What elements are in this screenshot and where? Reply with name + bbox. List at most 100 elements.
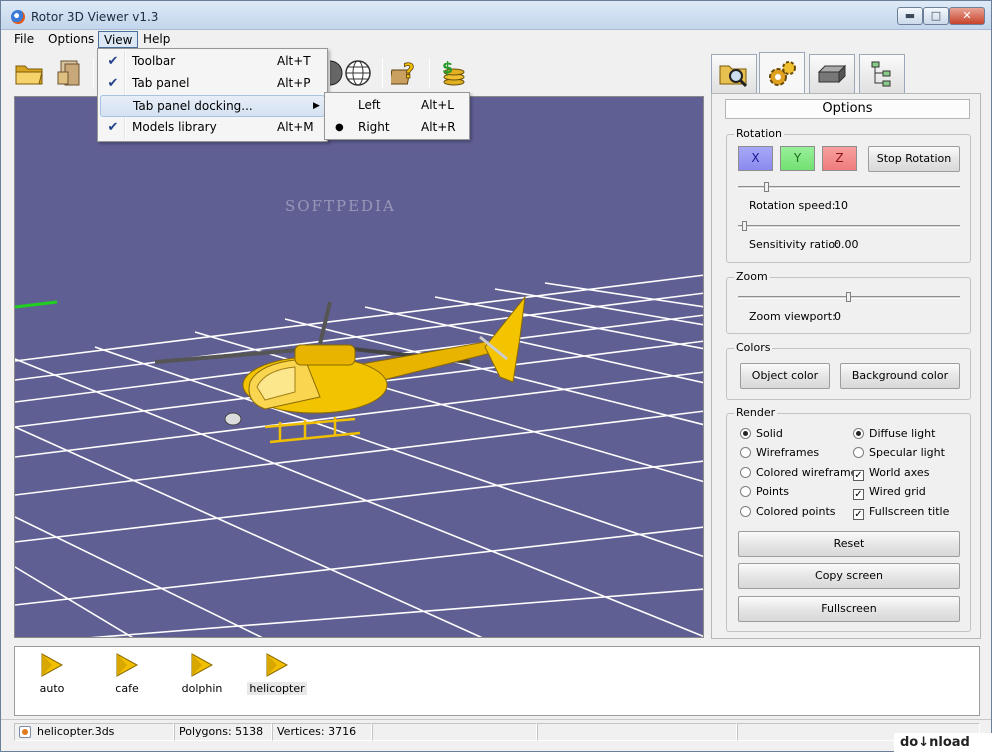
check-icon: ✔	[107, 120, 119, 135]
fullscreen-button[interactable]: Fullscreen	[738, 596, 960, 622]
helicopter-model	[154, 295, 526, 444]
wired-grid	[15, 274, 703, 637]
toolbar-separator	[382, 58, 383, 88]
render-mode-colored-points[interactable]: Colored points	[740, 505, 836, 519]
rotation-group: Rotation X Y Z Stop Rotation Rotation sp…	[726, 127, 971, 263]
zoom-thumb[interactable]	[845, 292, 851, 302]
menu-view[interactable]: View	[98, 31, 139, 48]
status-bar: helicopter.3ds Polygons: 5138 Vertices: …	[1, 719, 991, 743]
model-file-icon	[41, 653, 64, 677]
stop-rotation-button[interactable]: Stop Rotation	[868, 146, 960, 172]
check-icon: ✔	[107, 54, 119, 69]
check-icon[interactable]: ✓	[853, 470, 864, 481]
sensitivity-value: 0.00	[834, 238, 859, 251]
status-polygons: Polygons: 5138	[174, 723, 272, 741]
library-item-cafe[interactable]: cafe	[97, 651, 157, 695]
wired-grid-checkbox[interactable]: ✓ Wired grid	[853, 485, 926, 500]
rotation-speed-slider[interactable]	[738, 186, 960, 189]
copy-screen-button[interactable]: Copy screen	[738, 563, 960, 589]
menu-item-toolbar[interactable]: ✔ Toolbar Alt+T	[100, 51, 325, 73]
sensitivity-label: Sensitivity ratio:	[749, 238, 839, 251]
open-file-icon[interactable]	[53, 56, 87, 90]
world-icon[interactable]	[341, 56, 375, 90]
colors-group: Colors Object color Background color	[726, 341, 971, 400]
help-icon[interactable]: ?	[389, 56, 423, 90]
radio-icon[interactable]	[853, 428, 864, 439]
browse-tab-icon[interactable]	[711, 54, 757, 93]
zoom-group: Zoom Zoom viewport: 0	[726, 270, 971, 334]
radio-icon[interactable]	[740, 467, 751, 478]
fullscreen-title-checkbox[interactable]: ✓ Fullscreen title	[853, 505, 949, 520]
render-mode-colored-wireframes[interactable]: Colored wireframes	[740, 466, 863, 480]
check-icon: ✔	[107, 76, 119, 91]
rotation-speed-thumb[interactable]	[763, 182, 769, 192]
donate-icon[interactable]: $	[436, 56, 470, 90]
model-file-icon	[116, 653, 139, 677]
submenu-arrow-icon: ▶	[313, 101, 320, 111]
3d-viewport[interactable]: SOFTPEDIA	[14, 96, 704, 638]
toolbar-separator	[429, 58, 430, 88]
menu-help[interactable]: Help	[138, 31, 175, 48]
window-title: Rotor 3D Viewer v1.3	[31, 10, 159, 24]
render-mode-wireframes[interactable]: Wireframes	[740, 446, 819, 460]
render-tab-icon[interactable]	[809, 54, 855, 93]
toolbar-separator	[93, 58, 94, 88]
menu-file[interactable]: File	[9, 31, 39, 48]
radio-icon[interactable]	[740, 447, 751, 458]
sensitivity-thumb[interactable]	[742, 221, 748, 231]
check-icon[interactable]: ✓	[853, 509, 864, 520]
app-icon	[11, 10, 25, 24]
scene-tab-icon[interactable]	[859, 54, 905, 93]
check-icon[interactable]: ✓	[853, 489, 864, 500]
rotation-speed-label: Rotation speed:	[749, 199, 836, 212]
background-color-button[interactable]: Background color	[840, 363, 960, 389]
reset-button[interactable]: Reset	[738, 531, 960, 557]
status-vertices: Vertices: 3716	[272, 723, 372, 741]
rotate-x-button[interactable]: X	[738, 146, 773, 171]
rotate-z-button[interactable]: Z	[822, 146, 857, 171]
dock-left-item[interactable]: Left Alt+L	[327, 95, 467, 117]
specular-light-option[interactable]: Specular light	[853, 446, 945, 460]
model-file-icon	[191, 653, 214, 677]
radio-icon[interactable]	[740, 506, 751, 517]
colors-label: Colors	[734, 341, 773, 354]
svg-text:?: ?	[403, 59, 415, 83]
menu-item-tab-panel[interactable]: ✔ Tab panel Alt+P	[100, 73, 325, 95]
render-mode-points[interactable]: Points	[740, 485, 789, 499]
world-axes-checkbox[interactable]: ✓ World axes	[853, 466, 929, 481]
menu-item-models-library[interactable]: ✔ Models library Alt+M	[100, 117, 325, 139]
app-window: Rotor 3D Viewer v1.3 ▬ □ ✕ File Options …	[0, 0, 992, 752]
sensitivity-slider[interactable]	[738, 225, 960, 228]
library-item-dolphin[interactable]: dolphin	[172, 651, 232, 695]
library-item-auto[interactable]: auto	[22, 651, 82, 695]
maximize-button[interactable]: □	[923, 7, 949, 25]
minimize-button[interactable]: ▬	[897, 7, 923, 25]
options-panel: Options Rotation X Y Z Stop Rotation Rot…	[711, 93, 981, 639]
file-icon	[19, 726, 31, 738]
options-tab-icon[interactable]	[759, 52, 805, 94]
radio-icon[interactable]	[740, 486, 751, 497]
menu-item-tab-panel-docking[interactable]: Tab panel docking... ▶	[100, 95, 325, 117]
models-library: auto cafe dolphin helicopter	[14, 646, 980, 716]
status-empty-1	[372, 723, 537, 741]
view-dropdown-menu: ✔ Toolbar Alt+T ✔ Tab panel Alt+P Tab pa…	[97, 48, 328, 142]
library-item-helicopter[interactable]: helicopter	[247, 651, 307, 695]
open-folder-icon[interactable]	[13, 56, 47, 90]
scene-canvas	[15, 274, 703, 637]
menu-bar: File Options View Help	[1, 30, 991, 49]
status-file: helicopter.3ds	[14, 723, 174, 741]
title-bar[interactable]: Rotor 3D Viewer v1.3 ▬ □ ✕	[1, 1, 991, 30]
rotation-label: Rotation	[734, 127, 785, 140]
world-axis-line	[15, 300, 58, 309]
object-color-button[interactable]: Object color	[740, 363, 830, 389]
dock-right-item[interactable]: ● Right Alt+R	[327, 117, 467, 139]
menu-options[interactable]: Options	[43, 31, 99, 48]
close-button[interactable]: ✕	[949, 7, 985, 25]
radio-icon[interactable]	[853, 447, 864, 458]
render-label: Render	[734, 406, 778, 419]
render-mode-solid[interactable]: Solid	[740, 427, 783, 441]
radio-icon[interactable]	[740, 428, 751, 439]
watermark-text: SOFTPEDIA	[285, 197, 396, 215]
rotate-y-button[interactable]: Y	[780, 146, 815, 171]
diffuse-light-option[interactable]: Diffuse light	[853, 427, 935, 441]
